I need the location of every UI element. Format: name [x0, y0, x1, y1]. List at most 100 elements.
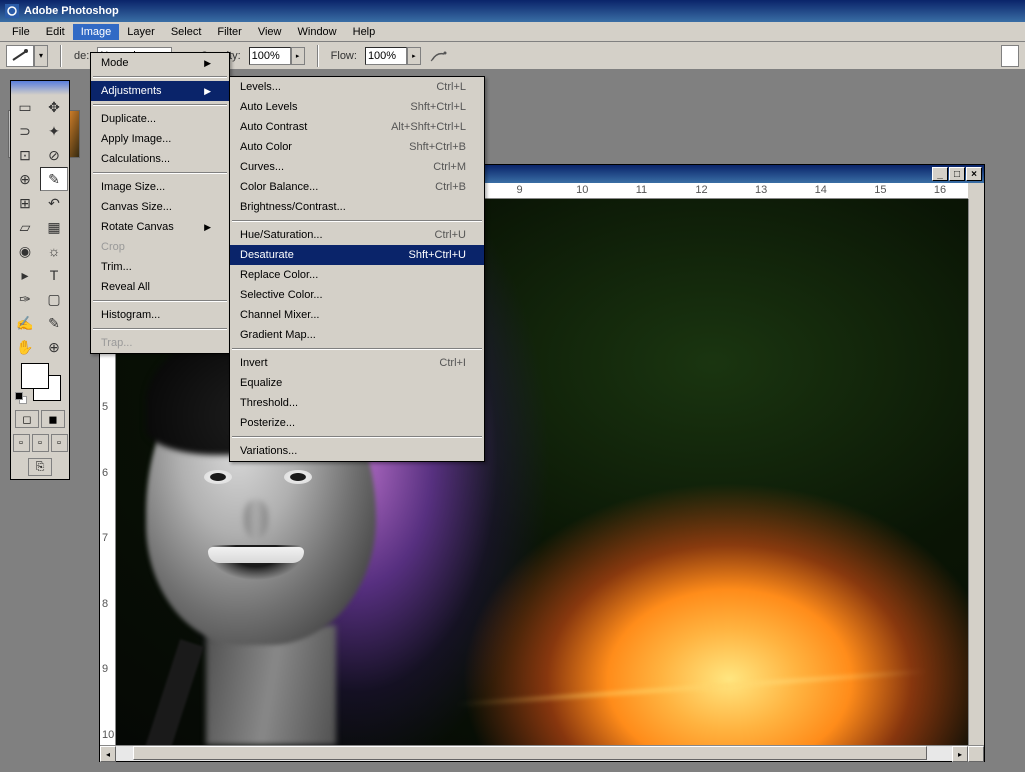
menu-levels[interactable]: Levels...Ctrl+L — [230, 77, 484, 97]
stamp-tool[interactable]: ⊞ — [11, 191, 39, 215]
menu-filter[interactable]: Filter — [209, 24, 249, 40]
opacity-input[interactable]: 100% — [249, 47, 291, 65]
menu-rotate-canvas[interactable]: Rotate Canvas▶ — [91, 217, 229, 237]
menu-separator — [232, 348, 482, 350]
menu-item-label: Invert — [240, 357, 268, 369]
gradient-tool[interactable]: ▦ — [40, 215, 68, 239]
menu-item-shortcut: Ctrl+L — [436, 81, 466, 93]
menu-invert[interactable]: InvertCtrl+I — [230, 353, 484, 373]
menu-variations[interactable]: Variations... — [230, 441, 484, 461]
brush-tool[interactable]: ✎ — [40, 167, 68, 191]
menu-threshold[interactable]: Threshold... — [230, 393, 484, 413]
airbrush-icon[interactable] — [429, 48, 449, 64]
menu-crop: Crop — [91, 237, 229, 257]
jump-to-button[interactable]: ⎘ — [28, 458, 52, 476]
menu-equalize[interactable]: Equalize — [230, 373, 484, 393]
standard-mode-button[interactable]: ◻ — [15, 410, 39, 428]
separator — [60, 45, 62, 67]
menu-item-shortcut: Alt+Shft+Ctrl+L — [391, 121, 466, 133]
flow-input[interactable]: 100% — [365, 47, 407, 65]
brush-preset-dropdown[interactable]: ▾ — [34, 45, 48, 67]
menu-image-size[interactable]: Image Size... — [91, 177, 229, 197]
foreground-color[interactable] — [21, 363, 49, 389]
menu-image[interactable]: Image — [73, 24, 120, 40]
marquee-tool[interactable]: ▭ — [11, 95, 39, 119]
menu-mode[interactable]: Mode▶ — [91, 53, 229, 73]
zoom-tool[interactable]: ⊕ — [40, 335, 68, 359]
scrollbar-horizontal[interactable]: ◂ ▸ — [100, 745, 984, 761]
close-button[interactable]: × — [966, 167, 982, 181]
flow-flyout[interactable]: ▸ — [407, 47, 421, 65]
opacity-flyout[interactable]: ▸ — [291, 47, 305, 65]
menu-help[interactable]: Help — [345, 24, 384, 40]
heal-tool[interactable]: ⊕ — [11, 167, 39, 191]
palette-well-icon[interactable] — [1001, 45, 1019, 67]
pen-tool[interactable]: ✑ — [11, 287, 39, 311]
shape-tool[interactable]: ▢ — [40, 287, 68, 311]
lasso-tool[interactable]: ⊃ — [11, 119, 39, 143]
menu-auto-levels[interactable]: Auto LevelsShft+Ctrl+L — [230, 97, 484, 117]
menu-channel-mixer[interactable]: Channel Mixer... — [230, 305, 484, 325]
move-tool[interactable]: ✥ — [40, 95, 68, 119]
slice-tool[interactable]: ⊘ — [40, 143, 68, 167]
menu-calculations[interactable]: Calculations... — [91, 149, 229, 169]
menu-duplicate[interactable]: Duplicate... — [91, 109, 229, 129]
crop-tool[interactable]: ⊡ — [11, 143, 39, 167]
menu-posterize[interactable]: Posterize... — [230, 413, 484, 433]
menu-separator — [93, 300, 227, 302]
submenu-arrow-icon: ▶ — [204, 86, 211, 97]
dodge-tool[interactable]: ☼ — [40, 239, 68, 263]
menu-hue-saturation[interactable]: Hue/Saturation...Ctrl+U — [230, 225, 484, 245]
menu-layer[interactable]: Layer — [119, 24, 163, 40]
menu-color-balance[interactable]: Color Balance...Ctrl+B — [230, 177, 484, 197]
blur-tool[interactable]: ◉ — [11, 239, 39, 263]
menu-histogram[interactable]: Histogram... — [91, 305, 229, 325]
menu-file[interactable]: File — [4, 24, 38, 40]
screen-full-menu-button[interactable]: ▫ — [32, 434, 49, 452]
scrollbar-vertical[interactable] — [968, 199, 984, 745]
menu-selective-color[interactable]: Selective Color... — [230, 285, 484, 305]
menu-curves[interactable]: Curves...Ctrl+M — [230, 157, 484, 177]
menu-reveal-all[interactable]: Reveal All — [91, 277, 229, 297]
menu-apply-image[interactable]: Apply Image... — [91, 129, 229, 149]
screen-standard-button[interactable]: ▫ — [13, 434, 30, 452]
hand-tool[interactable]: ✋ — [11, 335, 39, 359]
minimize-button[interactable]: _ — [932, 167, 948, 181]
menu-edit[interactable]: Edit — [38, 24, 73, 40]
menu-desaturate[interactable]: DesaturateShft+Ctrl+U — [230, 245, 484, 265]
menu-auto-contrast[interactable]: Auto ContrastAlt+Shft+Ctrl+L — [230, 117, 484, 137]
menu-select[interactable]: Select — [163, 24, 210, 40]
screen-full-button[interactable]: ▫ — [51, 434, 68, 452]
workspace: 8 copy, RGB) _ □ × 8 9 10 11 12 13 14 15… — [0, 70, 1025, 772]
menu-adjustments[interactable]: Adjustments▶ — [91, 81, 229, 101]
menu-canvas-size[interactable]: Canvas Size... — [91, 197, 229, 217]
toolbox-header[interactable] — [11, 81, 69, 95]
type-tool[interactable]: T — [40, 263, 68, 287]
eraser-tool[interactable]: ▱ — [11, 215, 39, 239]
quickmask-mode-button[interactable]: ◼ — [41, 410, 65, 428]
scroll-right-button[interactable]: ▸ — [952, 746, 968, 762]
eyedropper-tool[interactable]: ✎ — [40, 311, 68, 335]
scroll-thumb[interactable] — [133, 746, 927, 760]
path-select-tool[interactable]: ▸ — [11, 263, 39, 287]
history-brush-tool[interactable]: ↶ — [40, 191, 68, 215]
menu-brightness-contrast[interactable]: Brightness/Contrast... — [230, 197, 484, 217]
menu-auto-color[interactable]: Auto ColorShft+Ctrl+B — [230, 137, 484, 157]
scroll-left-button[interactable]: ◂ — [100, 746, 116, 762]
menu-trim[interactable]: Trim... — [91, 257, 229, 277]
maximize-button[interactable]: □ — [949, 167, 965, 181]
scroll-track[interactable] — [116, 746, 952, 761]
wand-tool[interactable]: ✦ — [40, 119, 68, 143]
menu-replace-color[interactable]: Replace Color... — [230, 265, 484, 285]
menu-separator — [93, 104, 227, 106]
menu-separator — [232, 436, 482, 438]
menu-item-label: Selective Color... — [240, 289, 323, 301]
menu-window[interactable]: Window — [290, 24, 345, 40]
notes-tool[interactable]: ✍ — [11, 311, 39, 335]
menu-item-label: Posterize... — [240, 417, 295, 429]
brush-preview[interactable] — [6, 45, 34, 67]
menu-view[interactable]: View — [250, 24, 290, 40]
menu-gradient-map[interactable]: Gradient Map... — [230, 325, 484, 345]
menubar: File Edit Image Layer Select Filter View… — [0, 22, 1025, 42]
default-colors-icon[interactable] — [15, 392, 27, 404]
